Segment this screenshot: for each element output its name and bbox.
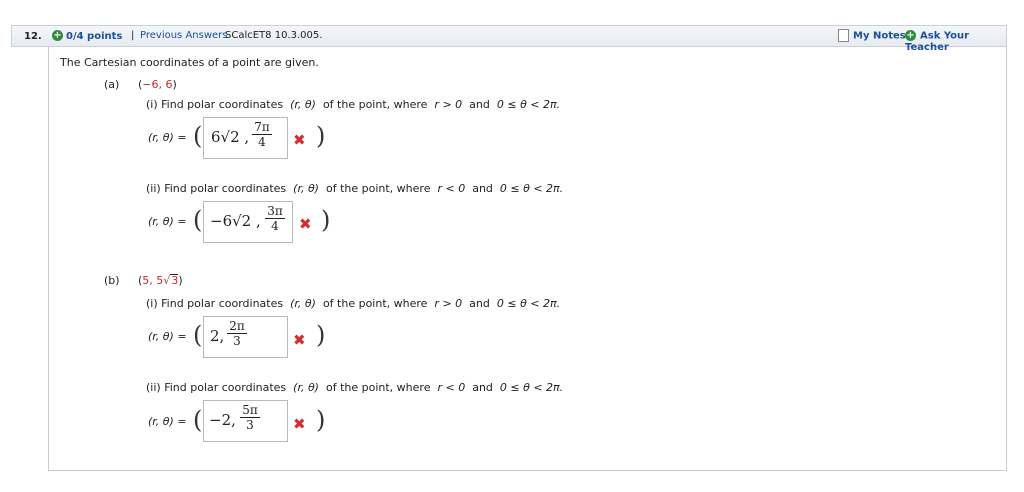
answer-lead: 2, xyxy=(210,327,225,345)
subpart-b-ii-prompt: (ii) Find polar coordinates (r, θ) of th… xyxy=(146,381,563,394)
close-paren: ) xyxy=(321,206,331,234)
prompt-condition-prefix: of the point, where xyxy=(325,381,431,394)
answer-fraction: 5π 3 xyxy=(240,403,260,432)
incorrect-icon: ✖ xyxy=(299,215,312,233)
answer-fraction: 2π 3 xyxy=(227,319,247,348)
fraction-numerator: 2π xyxy=(227,319,247,334)
points-status: +0/4 points xyxy=(52,30,122,42)
prompt-condition-prefix: of the point, where xyxy=(322,98,428,111)
subpart-b-i-prompt: (i) Find polar coordinates (r, θ) of the… xyxy=(146,297,560,310)
question-header: 12. +0/4 points | Previous Answers SCalc… xyxy=(11,25,1007,53)
answer-lead: 6√2 , xyxy=(211,128,250,146)
prompt-condition-r: r > 0 xyxy=(434,297,463,310)
notes-icon xyxy=(838,29,849,42)
prompt-rtheta: (r, θ) xyxy=(293,182,319,195)
open-paren: ( xyxy=(193,206,203,234)
fraction-denominator: 4 xyxy=(271,219,279,233)
my-notes-button[interactable]: My Notes xyxy=(838,29,906,42)
fraction-denominator: 3 xyxy=(246,418,254,432)
prompt-condition-theta: 0 ≤ θ < 2π. xyxy=(499,381,564,394)
prompt-condition-theta: 0 ≤ θ < 2π. xyxy=(499,182,564,195)
point-value: −6, 6 xyxy=(142,78,173,91)
prompt-and: and xyxy=(469,297,490,310)
prompt-condition-theta: 0 ≤ θ < 2π. xyxy=(496,297,561,310)
prompt-rtheta: (r, θ) xyxy=(290,297,316,310)
prompt-rtheta: (r, θ) xyxy=(293,381,319,394)
incorrect-icon: ✖ xyxy=(293,415,306,433)
question-number: 12. xyxy=(24,31,42,42)
fraction-numerator: 5π xyxy=(240,403,260,418)
prompt-condition-r: r < 0 xyxy=(437,381,466,394)
fraction-numerator: 3π xyxy=(265,204,285,219)
fraction-denominator: 3 xyxy=(233,334,241,348)
close-paren: ) xyxy=(316,321,326,349)
sqrt-sign: √ xyxy=(163,274,171,287)
previous-answers-link[interactable]: Previous Answers xyxy=(140,30,227,41)
prompt-label: (ii) Find polar coordinates xyxy=(146,381,287,394)
prompt-condition-prefix: of the point, where xyxy=(325,182,431,195)
fraction-numerator: 7π xyxy=(252,120,272,135)
part-a-label: (a) xyxy=(104,78,120,91)
answer-fraction: 3π 4 xyxy=(265,204,285,233)
part-b-label: (b) xyxy=(104,274,120,287)
plus-icon: + xyxy=(905,30,916,41)
incorrect-icon: ✖ xyxy=(293,331,306,349)
eq-label: (r, θ) = xyxy=(148,330,187,343)
header-separator: | xyxy=(131,30,135,41)
open-paren: ( xyxy=(193,321,203,349)
eq-label: (r, θ) = xyxy=(148,415,187,428)
answer-fraction: 7π 4 xyxy=(252,120,272,149)
prompt-condition-r: r > 0 xyxy=(434,98,463,111)
prompt-condition-prefix: of the point, where xyxy=(322,297,428,310)
problem-intro: The Cartesian coordinates of a point are… xyxy=(60,56,319,69)
source-label: SCalcET8 10.3.005. xyxy=(225,30,323,41)
plus-icon: + xyxy=(52,30,63,41)
close-paren: ) xyxy=(316,122,326,150)
prompt-and: and xyxy=(469,98,490,111)
incorrect-icon: ✖ xyxy=(293,131,306,149)
answer-lead: −2, xyxy=(209,411,236,429)
prompt-label: (ii) Find polar coordinates xyxy=(146,182,287,195)
eq-label: (r, θ) = xyxy=(148,215,187,228)
points-label: 0/4 points xyxy=(66,30,123,42)
fraction-denominator: 4 xyxy=(258,135,266,149)
part-b-point: (5, 5√3) xyxy=(138,274,183,287)
prompt-rtheta: (r, θ) xyxy=(290,98,316,111)
point-value: 5, 5 xyxy=(142,274,164,287)
eq-label: (r, θ) = xyxy=(148,131,187,144)
open-paren: ( xyxy=(193,406,203,434)
subpart-a-i-prompt: (i) Find polar coordinates (r, θ) of the… xyxy=(146,98,560,111)
prompt-and: and xyxy=(472,182,493,195)
my-notes-label: My Notes xyxy=(853,30,906,42)
prompt-condition-r: r < 0 xyxy=(437,182,466,195)
point-close-paren: ) xyxy=(172,78,177,91)
open-paren: ( xyxy=(193,122,203,150)
prompt-condition-theta: 0 ≤ θ < 2π. xyxy=(496,98,561,111)
answer-lead: −6√2 , xyxy=(210,212,261,230)
subpart-a-ii-prompt: (ii) Find polar coordinates (r, θ) of th… xyxy=(146,182,563,195)
prompt-and: and xyxy=(472,381,493,394)
prompt-label: (i) Find polar coordinates xyxy=(146,98,284,111)
close-paren: ) xyxy=(316,406,326,434)
prompt-label: (i) Find polar coordinates xyxy=(146,297,284,310)
point-close-paren: ) xyxy=(178,274,183,287)
part-a-point: (−6, 6) xyxy=(138,78,177,91)
